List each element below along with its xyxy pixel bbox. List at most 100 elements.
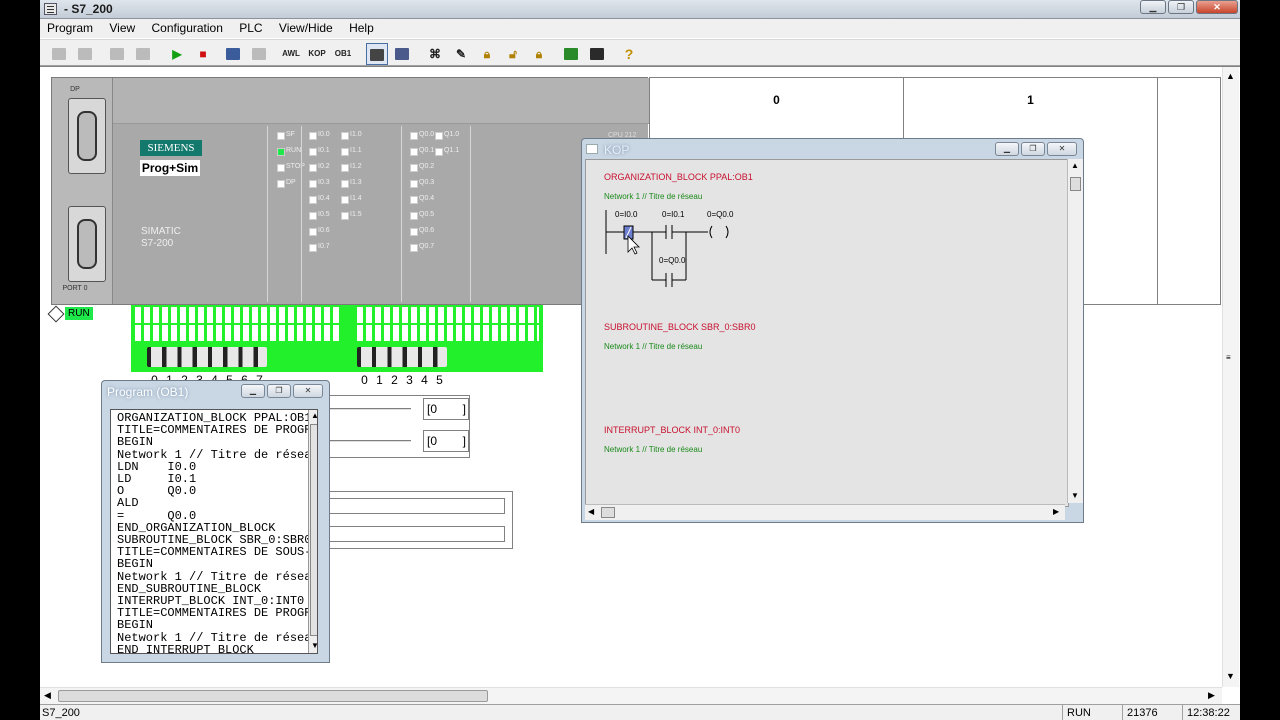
menu-help[interactable]: Help (342, 19, 380, 37)
status-bar: S7_200 RUN 21376 12:38:22 (40, 704, 1240, 720)
wand-icon[interactable]: ✎ (450, 43, 472, 65)
ob1-button[interactable]: OB1 (332, 43, 354, 65)
glasses-icon[interactable]: ⌘ (424, 43, 446, 65)
program-scroll-up-icon[interactable]: ▲ (311, 411, 317, 420)
menu-plc[interactable]: PLC (232, 19, 268, 37)
horizontal-scroll-thumb[interactable] (58, 690, 488, 702)
kop-scroll-down-icon[interactable]: ▼ (1071, 491, 1079, 500)
kop-int-header: INTERRUPT_BLOCK INT_0:INT0 (604, 425, 741, 435)
led-q0-0: Q0.0 (410, 130, 434, 146)
program-text-area[interactable]: ORGANIZATION_BLOCK PPAL:OB1 TITLE=COMMEN… (110, 409, 318, 654)
stop-icon[interactable]: ■ (192, 43, 214, 65)
siemens-logo: SIEMENS (140, 140, 202, 156)
copy-icon[interactable] (106, 43, 128, 65)
toolbar: ▶ ■ AWL KOP OB1 ⌘ ✎ 🔒︎ 🔓︎ 🔒︎ ? (40, 39, 1240, 66)
input-switches[interactable] (147, 347, 267, 367)
kop-window-icon (586, 144, 598, 154)
run-indicator-label: RUN (65, 307, 93, 320)
kop-sbr-network-title: Network 1 // Titre de réseau (604, 342, 703, 351)
scroll-left-icon[interactable]: ◀ (44, 690, 51, 701)
program-vertical-scrollbar[interactable]: ▲ ▼ (308, 410, 317, 653)
terminal-row-inputs (135, 325, 339, 341)
lock-add-icon[interactable]: 🔒︎ (528, 43, 550, 65)
menu-program[interactable]: Program (40, 19, 99, 37)
ladder-diagram[interactable] (600, 210, 780, 290)
lock-icon[interactable]: 🔒︎ (476, 43, 498, 65)
monitor-icon[interactable] (222, 43, 244, 65)
program-window: Program (OB1) ▁ ❐ ✕ ORGANIZATION_BLOCK P… (101, 380, 330, 663)
main-window: - S7_200 ▁ ❐ ✕ Program View Configuratio… (40, 0, 1240, 720)
kop-window: KOP ▁ ❐ ✕ ORGANIZATION_BLOCK PPAL:OB1 Ne… (581, 138, 1084, 523)
kop-ladder-area[interactable]: ORGANIZATION_BLOCK PPAL:OB1 Network 1 //… (585, 159, 1069, 507)
output-leds-byte0: Q0.0 Q0.1 Q0.2 Q0.3 Q0.4 Q0.5 Q0.6 Q0.7 (410, 130, 434, 258)
coil-q0-0[interactable] (709, 225, 713, 239)
status-counter: 21376 (1122, 705, 1182, 720)
menu-bar: Program View Configuration PLC View/Hide… (40, 19, 1240, 38)
upload-icon[interactable] (48, 43, 70, 65)
terminal-top-inputs (135, 307, 339, 323)
kop-close-button[interactable]: ✕ (1047, 142, 1077, 156)
edit-icon[interactable] (248, 43, 270, 65)
maximize-button[interactable]: ❐ (1168, 0, 1194, 14)
led-i0-2: I0.2 (309, 162, 330, 178)
run-play-icon[interactable]: ▶ (166, 43, 188, 65)
kop-scroll-left-icon[interactable]: ◀ (588, 507, 594, 516)
program-scroll-down-icon[interactable]: ▼ (311, 641, 317, 650)
title-bar[interactable]: - S7_200 ▁ ❐ ✕ (40, 0, 1240, 19)
port0-label: PORT 0 (62, 285, 88, 292)
program-minimize-button[interactable]: ▁ (241, 384, 265, 398)
menu-view[interactable]: View (102, 19, 141, 37)
unlock-icon[interactable]: 🔓︎ (502, 43, 524, 65)
close-button[interactable]: ✕ (1196, 0, 1238, 14)
led-q1-0: Q1.0 (435, 130, 459, 146)
led-i0-7: I0.7 (309, 242, 330, 258)
table-header-1: 1 (1027, 93, 1034, 107)
kop-button[interactable]: KOP (306, 43, 328, 65)
vertical-scrollbar[interactable]: ▲ ≡ ▼ (1222, 67, 1239, 687)
output-number: 0 (361, 373, 368, 387)
led-i0-6: I0.6 (309, 226, 330, 242)
scroll-grip-icon[interactable]: ≡ (1226, 353, 1231, 362)
kop-int-network-title: Network 1 // Titre de réseau (604, 445, 703, 454)
menu-view-hide[interactable]: View/Hide (272, 19, 339, 37)
download-icon[interactable] (74, 43, 96, 65)
led-i1-3: I1.3 (341, 178, 362, 194)
scroll-down-icon[interactable]: ▼ (1226, 671, 1235, 681)
input-leds-byte1: I1.0 I1.1 I1.2 I1.3 I1.4 I1.5 (341, 130, 362, 226)
scroll-right-icon[interactable]: ▶ (1208, 690, 1215, 701)
menu-configuration[interactable]: Configuration (145, 19, 229, 37)
app-menu-icon[interactable] (44, 3, 57, 15)
paste-icon[interactable] (132, 43, 154, 65)
plc-device: DP PORT 0 SIEMENS Prog+Sim SIMATIC S7-20… (51, 77, 649, 305)
program-close-button[interactable]: ✕ (293, 384, 323, 398)
output-terminals (357, 347, 447, 367)
kop-minimize-button[interactable]: ▁ (995, 142, 1019, 156)
kop-horizontal-scrollbar[interactable]: ◀ ▶ (585, 504, 1065, 520)
input-leds-byte0: I0.0 I0.1 I0.2 I0.3 I0.4 I0.5 I0.6 I0.7 (309, 130, 330, 258)
plc-view-icon[interactable] (366, 43, 388, 65)
status-time: 12:38:22 (1182, 705, 1240, 720)
kop-scroll-right-icon[interactable]: ▶ (1053, 507, 1059, 516)
minimize-button[interactable]: ▁ (1140, 0, 1166, 14)
led-q0-1: Q0.1 (410, 146, 434, 162)
scroll-up-icon[interactable]: ▲ (1226, 71, 1235, 81)
led-i1-0: I1.0 (341, 130, 362, 146)
awl-button[interactable]: AWL (280, 43, 302, 65)
kop-maximize-button[interactable]: ❐ (1021, 142, 1045, 156)
kop-vertical-scrollbar[interactable]: ▲ ▼ (1067, 159, 1083, 503)
horizontal-scrollbar[interactable]: ◀ ▶ (40, 687, 1222, 704)
kop-scroll-up-icon[interactable]: ▲ (1071, 161, 1079, 170)
plc-front-panel: SIEMENS Prog+Sim SIMATIC S7-200 SF RUN S… (112, 78, 649, 304)
run-switch-icon[interactable] (47, 305, 65, 322)
run-stop-switch[interactable]: RUN (47, 305, 93, 322)
led-i1-2: I1.2 (341, 162, 362, 178)
kop-network1-title: Network 1 // Titre de réseau (604, 192, 703, 201)
led-i0-4: I0.4 (309, 194, 330, 210)
program-maximize-button[interactable]: ❐ (267, 384, 291, 398)
window-title: - S7_200 (64, 2, 113, 16)
network-icon[interactable] (586, 43, 608, 65)
kop-sbr-header: SUBROUTINE_BLOCK SBR_0:SBR0 (604, 322, 756, 332)
io-view-icon[interactable] (391, 43, 413, 65)
help-icon[interactable]: ? (618, 43, 640, 65)
tool-icon[interactable] (560, 43, 582, 65)
